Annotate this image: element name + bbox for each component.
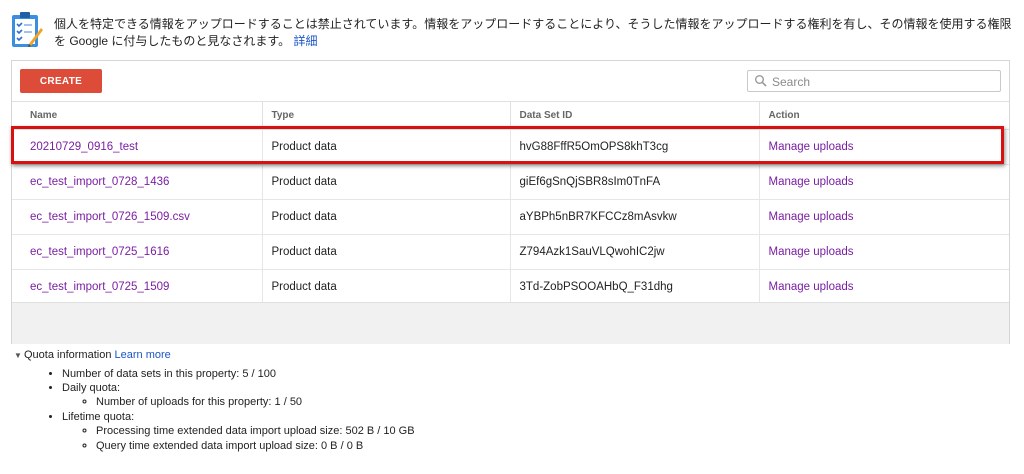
dataset-id: giEf6gSnQjSBR8sIm0TnFA [509, 164, 759, 200]
quota-list: Number of data sets in this property: 5 … [14, 367, 994, 454]
column-header-action: Action [758, 101, 1009, 130]
dataset-id: aYBPh5nBR7KFCCz8mAsvkw [509, 199, 759, 235]
dataset-type: Product data [261, 129, 510, 165]
notice-message: 個人を特定できる情報をアップロードすることは禁止されています。情報をアップロード… [54, 17, 1012, 48]
quota-header: ▼ Quota information Learn more [14, 348, 994, 362]
dataset-type: Product data [261, 199, 510, 235]
list-item: Daily quota: Number of uploads for this … [62, 381, 994, 410]
quota-title[interactable]: Quota information [24, 349, 111, 361]
datasets-panel: CREATE Name Type Data Set ID Action 2021… [11, 60, 1010, 344]
table-header-row: Name Type Data Set ID Action [12, 101, 1009, 130]
quota-information: ▼Quota information Learn more Number of … [14, 348, 994, 454]
learn-more-link[interactable]: Learn more [115, 349, 171, 361]
table-footer [12, 302, 1009, 344]
notice-details-link[interactable]: 詳細 [294, 34, 318, 48]
column-header-name[interactable]: Name [12, 101, 262, 130]
pii-notice: 個人を特定できる情報をアップロードすることは禁止されています。情報をアップロード… [10, 10, 1015, 58]
list-item: Query time extended data import upload s… [96, 439, 994, 454]
daily-quota-list: Number of uploads for this property: 1 /… [62, 395, 994, 410]
processing-time-size: Processing time extended data import upl… [96, 425, 415, 437]
list-item: Lifetime quota: Processing time extended… [62, 410, 994, 454]
notice-text: 個人を特定できる情報をアップロードすることは禁止されています。情報をアップロード… [54, 16, 1014, 50]
dataset-name-link[interactable]: ec_test_import_0725_1616 [30, 246, 169, 258]
dataset-type: Product data [261, 269, 510, 305]
dataset-name-link[interactable]: 20210729_0916_test [30, 141, 138, 153]
table-row: 20210729_0916_test Product data hvG88Fff… [12, 129, 1009, 165]
column-header-type[interactable]: Type [261, 101, 510, 130]
dataset-name-link[interactable]: ec_test_import_0725_1509 [30, 281, 169, 293]
dataset-id: 3Td-ZobPSOOAHbQ_F31dhg [509, 269, 759, 305]
dataset-type: Product data [261, 164, 510, 200]
create-button[interactable]: CREATE [20, 69, 102, 93]
manage-uploads-link[interactable]: Manage uploads [769, 211, 854, 223]
dataset-id: Z794Azk1SauVLQwohIC2jw [509, 234, 759, 270]
column-header-dataset-id[interactable]: Data Set ID [509, 101, 759, 130]
dataset-name-link[interactable]: ec_test_import_0728_1436 [30, 176, 169, 188]
data-sets-count: Number of data sets in this property: 5 … [62, 368, 277, 380]
daily-quota-label: Daily quota: [62, 382, 121, 394]
search-box[interactable] [747, 70, 1001, 92]
list-item: Number of uploads for this property: 1 /… [96, 395, 994, 410]
search-icon [755, 75, 767, 87]
datasets-table: Name Type Data Set ID Action 20210729_09… [12, 101, 1009, 305]
dataset-name-link[interactable]: ec_test_import_0726_1509.csv [30, 211, 190, 223]
table-row: ec_test_import_0725_1509 Product data 3T… [12, 269, 1009, 305]
manage-uploads-link[interactable]: Manage uploads [769, 141, 854, 153]
search-input[interactable] [770, 72, 999, 91]
manage-uploads-link[interactable]: Manage uploads [769, 176, 854, 188]
toolbar: CREATE [12, 61, 1009, 97]
dataset-id: hvG88FffR5OmOPS8khT3cg [509, 129, 759, 165]
list-item: Number of data sets in this property: 5 … [62, 367, 994, 381]
table-row: ec_test_import_0725_1616 Product data Z7… [12, 234, 1009, 270]
query-time-size: Query time extended data import upload s… [96, 440, 364, 452]
lifetime-quota-list: Processing time extended data import upl… [62, 424, 994, 454]
table-row: ec_test_import_0728_1436 Product data gi… [12, 164, 1009, 200]
manage-uploads-link[interactable]: Manage uploads [769, 246, 854, 258]
clipboard-checklist-icon [12, 12, 43, 47]
list-item: Processing time extended data import upl… [96, 424, 994, 439]
manage-uploads-link[interactable]: Manage uploads [769, 281, 854, 293]
uploads-count: Number of uploads for this property: 1 /… [96, 396, 303, 408]
collapse-triangle-icon[interactable]: ▼ [14, 349, 24, 363]
dataset-type: Product data [261, 234, 510, 270]
table-row: ec_test_import_0726_1509.csv Product dat… [12, 199, 1009, 235]
lifetime-quota-label: Lifetime quota: [62, 411, 135, 423]
